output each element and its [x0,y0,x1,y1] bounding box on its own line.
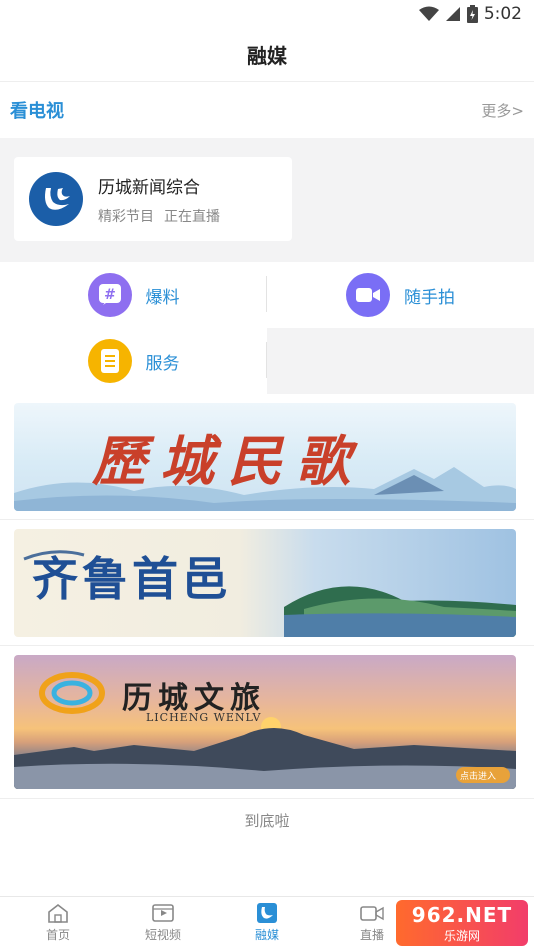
end-of-list-text: 到底啦 [244,812,290,830]
enter-badge[interactable]: 点击进入 [460,769,496,782]
divider [0,645,534,646]
wifi-icon [418,6,439,21]
channel-name: 历城新闻综合 [98,177,200,198]
signal-icon [445,7,460,21]
action-label: 服务 [145,353,180,374]
banner-title: 齐鲁首邑 [32,552,232,606]
channel-subtitle: 精彩节目 [98,208,154,225]
more-link[interactable]: 更多> [481,100,524,121]
nav-label: 首页 [45,928,70,942]
hashtag-chat-icon: # [87,273,132,317]
document-list-icon [87,339,132,383]
svg-text:#: # [104,287,116,303]
rongmei-logo-icon [257,903,277,923]
video-camera-icon [346,273,390,317]
status-bar: 5:02 [0,0,534,28]
site-watermark: 962.NET 乐游网 [396,900,528,946]
status-time: 5:02 [483,4,522,24]
live-channel-card[interactable]: 历城新闻综合 精彩节目 正在直播 [14,157,292,241]
divider [0,798,534,799]
watermark-subtext: 乐游网 [443,928,480,943]
nav-label: 直播 [359,928,384,942]
title-bar: 融媒 [0,28,534,82]
banner-title: 歷城民歌 [92,429,364,493]
live-camera-icon [360,906,384,921]
action-baoliao[interactable]: # 爆料 [0,262,267,328]
page-title: 融媒 [247,44,287,68]
divider [0,519,534,520]
nav-label: 融媒 [254,928,279,942]
banner-wenlv[interactable]: 历城文旅 LICHENG WENLV 点击进入 [14,655,516,789]
live-area: 历城新闻综合 精彩节目 正在直播 [0,138,534,262]
watermark-text: 962.NET [411,902,513,927]
banner-qilu[interactable]: 齐鲁首邑 [14,529,516,637]
channel-logo-icon [29,172,83,226]
action-label: 随手拍 [404,287,455,308]
action-grid: # 爆料 随手拍 服务 [0,262,534,394]
grid-empty-slot [267,328,534,394]
nav-home[interactable]: 首页 [18,903,98,943]
film-icon [152,904,174,922]
banner-minge[interactable]: 歷城民歌 [14,403,516,511]
action-fuwu[interactable]: 服务 [0,328,267,394]
nav-short-video[interactable]: 短视频 [123,903,203,943]
battery-icon [466,5,478,23]
channel-status: 正在直播 [164,208,220,225]
home-icon [48,903,68,923]
nav-label: 短视频 [144,928,181,942]
banner-subtitle: LICHENG WENLV [146,711,262,724]
action-label: 爆料 [145,287,180,308]
nav-rongmei[interactable]: 融媒 [227,903,307,943]
tv-section-header: 看电视 更多> [0,82,534,138]
action-suishoupai[interactable]: 随手拍 [267,262,534,328]
tv-section-title: 看电视 [10,101,64,122]
